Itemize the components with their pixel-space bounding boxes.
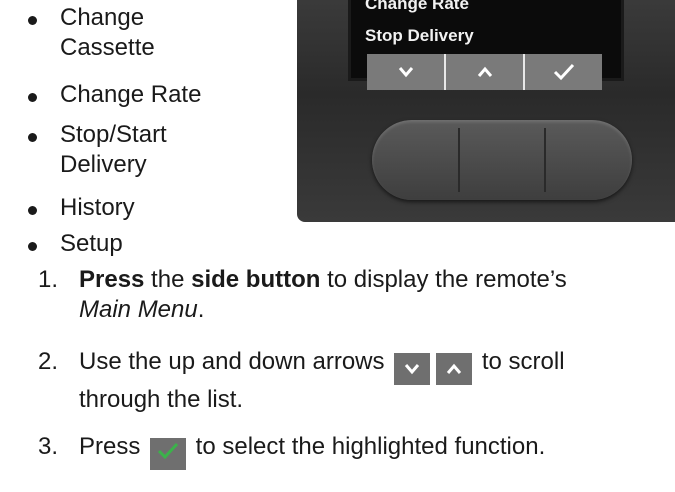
chevron-down-icon [394, 353, 431, 385]
button-divider [544, 128, 546, 192]
list-item-label: History [60, 194, 135, 221]
bullet-icon [28, 133, 37, 142]
step-fragment: to scroll [475, 348, 565, 375]
step-fragment: to select the highlighted function. [189, 433, 546, 460]
bullet-icon [28, 206, 37, 215]
bullet-icon [28, 16, 37, 25]
step-text: Use the up and down arrows to scroll thro… [79, 347, 669, 415]
device-screen: Change Rate Stop Delivery [348, 0, 624, 90]
list-item-label: Setup [60, 230, 123, 257]
step-number: 1. [38, 266, 59, 293]
button-divider [458, 128, 460, 192]
bullet-icon [28, 242, 37, 251]
list-item-line: Stop/Start [60, 121, 167, 148]
check-icon [150, 438, 187, 470]
softkey-bar [367, 54, 602, 90]
step-fragment: Press [79, 433, 148, 460]
hardware-buttons [372, 120, 632, 200]
step-text: Press the side button to display the rem… [79, 265, 669, 325]
step-fragment: the [144, 266, 192, 293]
step-number: 3. [38, 433, 59, 460]
chevron-up-icon [444, 54, 523, 90]
step-emphasis: side button [191, 266, 321, 293]
step-fragment: . [197, 296, 205, 323]
list-item-line: Change [60, 4, 145, 31]
screen-menu-item: Stop Delivery [365, 26, 474, 45]
step-number: 2. [38, 348, 59, 375]
step-text: Press to select the highlighted function… [79, 432, 669, 470]
chevron-down-icon [367, 54, 444, 90]
list-item-line: Cassette [60, 34, 155, 61]
step-fragment: to display the remote’s [320, 266, 567, 293]
device-body: Change Rate Stop Delivery [297, 0, 675, 222]
bullet-icon [28, 93, 37, 102]
list-item-label: Stop/Start Delivery [60, 120, 167, 180]
step-fragment: through the list. [79, 386, 244, 413]
chevron-up-icon [436, 353, 473, 385]
step-emphasis: Press [79, 266, 145, 293]
screen-menu-item: Change Rate [365, 0, 469, 13]
list-item-label: Change Cassette [60, 3, 155, 63]
step-italic: Main Menu [79, 296, 198, 323]
step-fragment: Use the up and down arrows [79, 348, 392, 375]
list-item-label: Change Rate [60, 81, 202, 108]
list-item-line: Delivery [60, 151, 147, 178]
remote-device-image: Change Rate Stop Delivery [283, 0, 675, 222]
check-icon [523, 54, 602, 90]
